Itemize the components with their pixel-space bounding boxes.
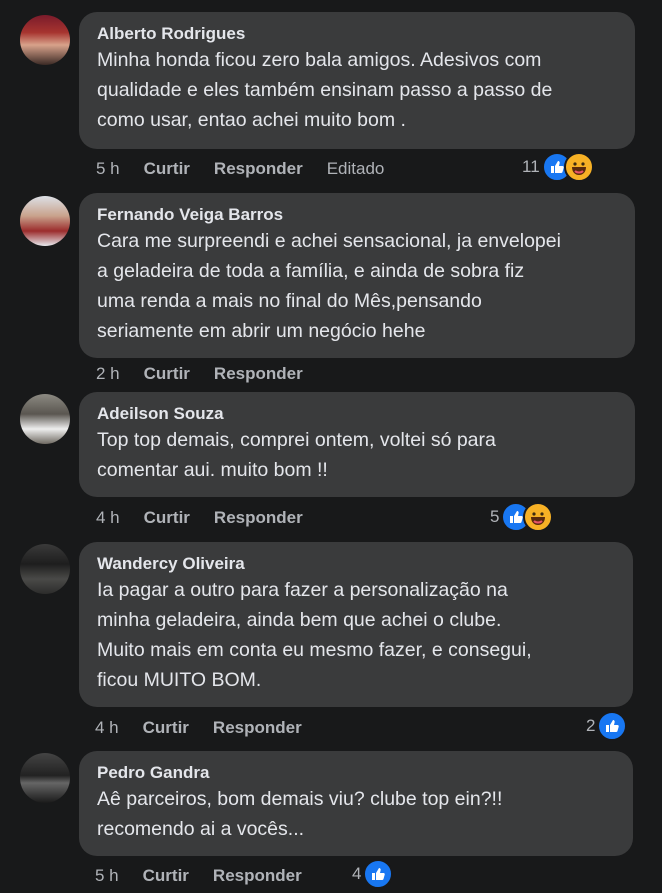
like-button[interactable]: Curtir bbox=[143, 718, 189, 738]
comment-actions: 5 h Curtir Responder Editado bbox=[96, 157, 408, 181]
reply-button[interactable]: Responder bbox=[213, 866, 302, 886]
comment-text: Aê parceiros, bom demais viu? clube top … bbox=[97, 784, 615, 844]
comment-author[interactable]: Fernando Veiga Barros bbox=[97, 204, 617, 226]
reply-button[interactable]: Responder bbox=[214, 159, 303, 179]
comment-bubble: Alberto Rodrigues Minha honda ficou zero… bbox=[79, 12, 635, 149]
comment-text: Ia pagar a outro para fazer a personaliz… bbox=[97, 575, 615, 695]
like-button[interactable]: Curtir bbox=[144, 508, 190, 528]
avatar[interactable] bbox=[20, 196, 70, 246]
reply-button[interactable]: Responder bbox=[214, 364, 303, 384]
like-button[interactable]: Curtir bbox=[144, 159, 190, 179]
comment-line: comentar aui. muito bom !! bbox=[97, 459, 328, 481]
reaction-summary[interactable]: 11 bbox=[522, 152, 594, 182]
comment-author[interactable]: Pedro Gandra bbox=[97, 762, 615, 784]
comment-time[interactable]: 4 h bbox=[96, 508, 120, 528]
comment-line: Muito mais em conta eu mesmo fazer, e co… bbox=[97, 639, 532, 661]
reaction-count: 4 bbox=[352, 864, 362, 883]
comment-author[interactable]: Alberto Rodrigues bbox=[97, 23, 617, 45]
reaction-summary[interactable]: 5 bbox=[490, 502, 554, 532]
haha-icon bbox=[523, 502, 554, 532]
comment-actions: 4 h Curtir Responder bbox=[96, 506, 327, 530]
comment-line: Aê parceiros, bom demais viu? clube top … bbox=[97, 788, 503, 810]
comment-text: Minha honda ficou zero bala amigos. Ades… bbox=[97, 45, 617, 135]
edited-label: Editado bbox=[326, 159, 385, 178]
comment-bubble: Pedro Gandra Aê parceiros, bom demais vi… bbox=[79, 751, 633, 856]
like-icon bbox=[363, 859, 394, 889]
comment-line: ficou MUITO BOM. bbox=[97, 669, 262, 691]
comment-time[interactable]: 5 h bbox=[95, 866, 119, 886]
comment-line: recomendo ai a vocês... bbox=[97, 818, 305, 840]
comment-text: Top top demais, comprei ontem, voltei só… bbox=[97, 425, 617, 485]
reaction-summary[interactable]: 2 bbox=[586, 711, 628, 741]
comment-line: minha geladeira, ainda bem que achei o c… bbox=[97, 609, 502, 631]
comment-bubble: Fernando Veiga Barros Cara me surpreendi… bbox=[79, 193, 635, 358]
comment-line: como usar, entao achei muito bom . bbox=[97, 109, 406, 131]
reply-button[interactable]: Responder bbox=[213, 718, 302, 738]
comment-line: Cara me surpreendi e achei sensacional, … bbox=[97, 230, 561, 252]
comment-time[interactable]: 2 h bbox=[96, 364, 120, 384]
reaction-summary[interactable]: 4 bbox=[352, 859, 394, 889]
comment-line: qualidade e eles também ensinam passo a … bbox=[97, 79, 553, 101]
comment-time[interactable]: 4 h bbox=[95, 718, 119, 738]
comment-actions: 2 h Curtir Responder bbox=[96, 362, 327, 386]
like-button[interactable]: Curtir bbox=[143, 866, 189, 886]
comment-line: Top top demais, comprei ontem, voltei só… bbox=[97, 429, 496, 451]
reaction-count: 2 bbox=[586, 716, 596, 735]
avatar[interactable] bbox=[20, 15, 70, 65]
comment-bubble: Wandercy Oliveira Ia pagar a outro para … bbox=[79, 542, 633, 707]
comment-author[interactable]: Wandercy Oliveira bbox=[97, 553, 615, 575]
like-icon bbox=[597, 711, 628, 741]
reaction-count: 5 bbox=[490, 507, 500, 526]
comment-line: uma renda a mais no final do Mês,pensand… bbox=[97, 290, 482, 312]
reaction-count: 11 bbox=[522, 157, 540, 176]
comment-line: seriamente em abrir um negócio hehe bbox=[97, 320, 426, 342]
avatar[interactable] bbox=[20, 394, 70, 444]
avatar[interactable] bbox=[20, 544, 70, 594]
avatar[interactable] bbox=[20, 753, 70, 803]
comment-line: a geladeira de toda a família, e ainda d… bbox=[97, 260, 525, 282]
comment-bubble: Adeilson Souza Top top demais, comprei o… bbox=[79, 392, 635, 497]
comment-line: Ia pagar a outro para fazer a personaliz… bbox=[97, 579, 508, 601]
comment-actions: 5 h Curtir Responder bbox=[95, 864, 326, 888]
haha-icon bbox=[563, 152, 594, 182]
comment-line: Minha honda ficou zero bala amigos. Ades… bbox=[97, 49, 542, 71]
comment-actions: 4 h Curtir Responder bbox=[95, 716, 326, 740]
like-button[interactable]: Curtir bbox=[144, 364, 190, 384]
comment-text: Cara me surpreendi e achei sensacional, … bbox=[97, 226, 617, 346]
reply-button[interactable]: Responder bbox=[214, 508, 303, 528]
comment-time[interactable]: 5 h bbox=[96, 159, 120, 179]
comment-author[interactable]: Adeilson Souza bbox=[97, 403, 617, 425]
